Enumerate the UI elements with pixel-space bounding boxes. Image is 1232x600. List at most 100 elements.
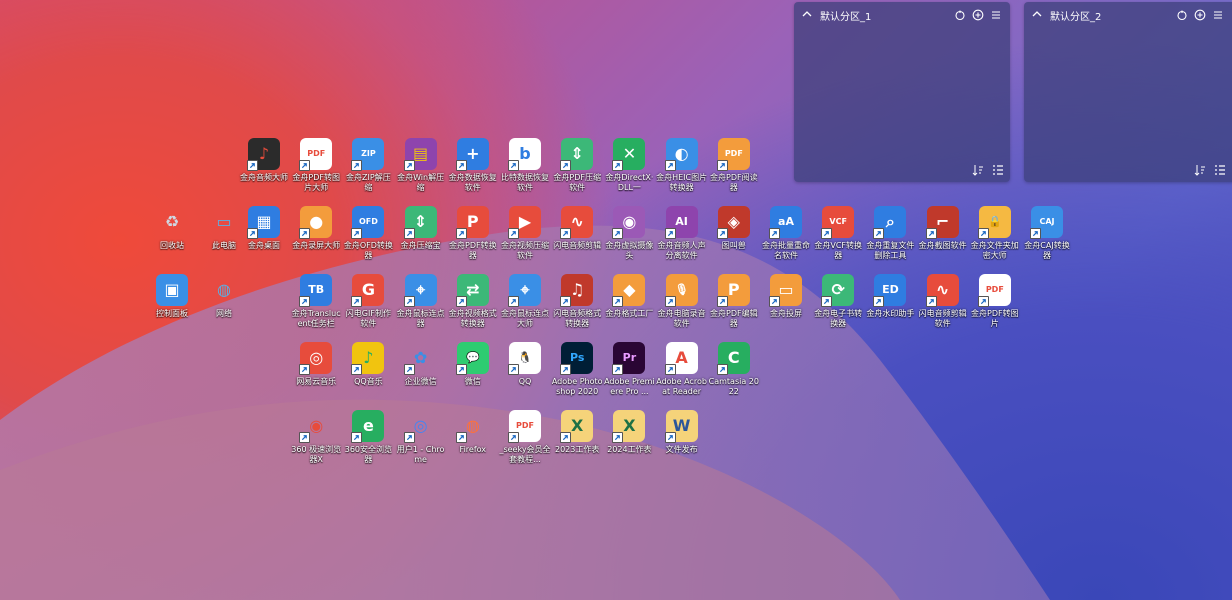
desktop-shortcut[interactable]: A Adobe Acrobat Reader [656,342,708,397]
desktop-shortcut[interactable]: P 金舟PDF转换器 [447,206,499,261]
shortcut-arrow-icon [299,296,311,307]
list-view-icon[interactable] [1214,164,1226,176]
shortcut-label: 金舟电脑录音软件 [657,309,706,328]
shortcut-arrow-icon [612,228,624,239]
shortcut-label: 网络 [216,309,232,318]
shortcut-arrow-icon [769,228,780,239]
refresh-icon[interactable] [954,9,966,21]
add-icon[interactable] [1194,9,1206,21]
desktop-shortcut[interactable]: X 2023工作表 [551,410,603,455]
desktop-shortcut[interactable]: ◍ 网络 [198,274,250,319]
desktop-shortcut[interactable]: ▶ 金舟视频压缩软件 [499,206,551,261]
collapse-chevron-icon[interactable] [1032,9,1042,22]
desktop-shortcut[interactable]: ◎ 用户1 - Chrome [395,410,447,465]
desktop-shortcut[interactable]: aA 金舟批量重命名软件 [760,206,812,261]
desktop-shortcut[interactable]: ◉ 金舟虚拟摄像头 [603,206,655,261]
desktop-shortcut[interactable]: ⇕ 金舟压缩宝 [395,206,447,251]
desktop-shortcut[interactable]: ◉ 360 极速浏览器X [290,410,342,465]
desktop-shortcut[interactable]: ♪ QQ音乐 [342,342,394,387]
shortcut-label: 2023工作表 [555,445,600,454]
shortcut-label: 金舟PDF阅读器 [710,173,758,192]
desktop-shortcut[interactable]: ⌕ 金舟重复文件删除工具 [864,206,916,261]
desktop-shortcut[interactable]: ● 金舟录屏大师 [290,206,342,251]
desktop-shortcut[interactable]: PDF 金舟PDF转图片大师 [290,138,342,193]
desktop-shortcut[interactable]: ▤ 金舟Win解压缩 [395,138,447,193]
shortcut-arrow-icon [455,228,467,239]
desktop-shortcut[interactable]: e 360安全浏览器 [342,410,394,465]
shortcut-arrow-icon [560,228,572,239]
shortcut-arrow-icon [455,364,467,375]
desktop-shortcut[interactable]: ✕ 金舟DirectX·DLL一 [603,138,655,193]
shortcut-label: 金舟视频压缩软件 [501,241,549,260]
desktop-shortcut[interactable]: ⟳ 金舟电子书转换器 [812,274,864,329]
desktop-shortcut[interactable]: TB 金舟Translucent任务栏 [290,274,342,329]
desktop-shortcut[interactable]: PDF 金舟PDF阅读器 [708,138,760,193]
desktop-shortcut[interactable]: CAJ 金舟CAJ转换器 [1021,206,1073,261]
menu-icon[interactable] [990,9,1002,21]
desktop-shortcut[interactable]: X 2024工作表 [603,410,655,455]
desktop-shortcut[interactable]: Ps Adobe Photoshop 2020 [551,342,603,397]
desktop-shortcut[interactable]: VCF 金舟VCF转换器 [812,206,864,261]
desktop-shortcut[interactable]: ⇄ 金舟视频格式转换器 [447,274,499,329]
desktop-shortcut[interactable]: Pr Adobe Premiere Pro ... [603,342,655,397]
desktop-shortcut[interactable]: ⌐ 金舟截图软件 [917,206,969,251]
desktop-shortcut[interactable]: b 比特数据恢复软件 [499,138,551,193]
video-compress-icon: ▶ [508,206,541,239]
sort-icon[interactable] [1194,164,1206,176]
desktop-shortcut[interactable]: G 闪电GIF制作软件 [342,274,394,329]
desktop-shortcut[interactable]: ◆ 金舟格式工厂 [603,274,655,319]
desktop-shortcut[interactable]: C Camtasia 2022 [708,342,760,397]
camtasia-icon: C [716,342,750,375]
shortcut-label: 图叫兽 [721,241,746,250]
desktop-shortcut[interactable]: ED 金舟水印助手 [864,274,916,319]
panel-title: 默认分区_1 [820,11,872,23]
desktop-shortcut[interactable]: OFD 金舟OFD转换器 [342,206,394,261]
desktop-shortcut[interactable]: PDF 金舟PDF转图片 [969,274,1021,329]
collapse-chevron-icon[interactable] [802,9,812,22]
360-safe-browser-icon: e [351,410,385,443]
menu-icon[interactable] [1212,9,1224,21]
netease-music-icon: ◎ [299,342,333,375]
shortcut-label: 2024工作表 [607,445,652,454]
shortcut-label: 网易云音乐 [296,377,337,386]
desktop-shortcut[interactable]: ▦ 金舟桌面 [238,206,290,251]
desktop-shortcut[interactable]: ◐ 金舟HEIC图片转换器 [656,138,708,193]
desktop-shortcut[interactable]: ✿ 企业微信 [395,342,447,387]
desktop-shortcut[interactable]: ◍ Firefox [447,410,499,455]
desktop-shortcut[interactable]: 🔒 金舟文件夹加密大师 [969,206,1021,261]
fence-panel-1[interactable]: 默认分区_1 [794,2,1010,182]
desktop-shortcut[interactable]: P 金舟PDF编辑器 [708,274,760,329]
desktop-shortcut[interactable]: ∿ 闪电音频剪辑 [551,206,603,251]
desktop-shortcut[interactable]: ▭ 金舟投屏 [760,274,812,319]
desktop-shortcut[interactable]: AI 金舟音频人声分离软件 [656,206,708,261]
refresh-icon[interactable] [1176,9,1188,21]
shortcut-label: QQ [518,377,532,386]
desktop-shortcut[interactable]: 🐧 QQ [499,342,551,387]
shortcut-arrow-icon [977,228,989,239]
desktop-shortcut[interactable]: W 文件发布 [656,410,708,455]
desktop-shortcut[interactable]: ◈ 图叫兽 [708,206,760,251]
desktop-shortcut[interactable]: ◎ 网易云音乐 [290,342,342,387]
sort-icon[interactable] [972,164,984,176]
desktop-shortcut[interactable]: ⌖ 金舟鼠标连点大师 [499,274,551,329]
shortcut-arrow-icon [925,228,937,239]
desktop-shortcut[interactable]: ZIP 金舟ZIP解压缩 [342,138,394,193]
desktop-shortcut[interactable]: 🎙 金舟电脑录音软件 [656,274,708,329]
shortcut-arrow-icon [299,160,311,171]
desktop-shortcut[interactable]: ⌖ 金舟鼠标连点器 [395,274,447,329]
pdf-converter-icon: P [455,206,489,239]
fence-panel-2[interactable]: 默认分区_2 [1024,2,1232,182]
desktop-shortcut[interactable]: PDF _seeky会员全套教程... [499,410,551,465]
desktop-shortcut[interactable]: 💬 微信 [447,342,499,387]
desktop-shortcut[interactable]: ♪ 金舟音频大师 [238,138,290,183]
shortcut-arrow-icon [560,296,572,307]
desktop-shortcut[interactable]: ⇕ 金舟PDF压缩软件 [551,138,603,193]
desktop-shortcut[interactable]: ▣ 控制面板 [146,274,198,319]
add-icon[interactable] [972,9,984,21]
desktop-shortcut[interactable]: ∿ 闪电音频剪辑软件 [917,274,969,329]
desktop-shortcut[interactable]: ♻ 回收站 [146,206,198,251]
desktop-shortcut[interactable]: + 金舟数据恢复软件 [447,138,499,193]
desktop-shortcut[interactable]: ♫ 闪电音频格式转换器 [551,274,603,329]
directx-icon: ✕ [612,138,646,171]
list-view-icon[interactable] [992,164,1004,176]
